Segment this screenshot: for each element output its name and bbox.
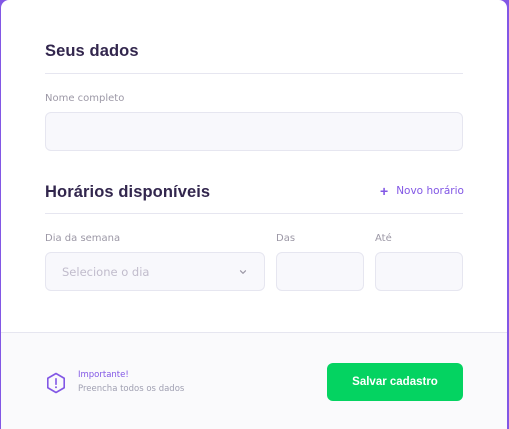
to-label: Até xyxy=(375,233,392,244)
weekday-placeholder: Selecione o dia xyxy=(62,265,150,279)
plus-icon: + xyxy=(380,183,389,199)
full-name-input[interactable] xyxy=(45,112,463,151)
full-name-label: Nome completo xyxy=(45,93,125,104)
from-label: Das xyxy=(276,233,296,244)
schedule-title: Horários disponíveis xyxy=(45,183,211,201)
weekday-select[interactable]: Selecione o dia xyxy=(45,252,265,291)
to-time-input[interactable] xyxy=(375,252,463,291)
save-button[interactable]: Salvar cadastro xyxy=(327,363,463,401)
new-schedule-button[interactable]: + Novo horário xyxy=(380,184,464,198)
personal-data-title: Seus dados xyxy=(45,42,139,60)
warning-text: Preencha todos os dados xyxy=(78,384,185,394)
form-footer: Importante! Preencha todos os dados Salv… xyxy=(1,332,507,429)
warning-icon xyxy=(47,372,65,394)
new-schedule-label: Novo horário xyxy=(396,185,464,197)
schedule-divider xyxy=(45,213,463,214)
chevron-down-icon xyxy=(239,270,247,274)
personal-data-divider xyxy=(45,73,463,74)
weekday-label: Dia da semana xyxy=(45,233,121,244)
from-time-input[interactable] xyxy=(276,252,364,291)
warning-title: Importante! xyxy=(78,370,129,380)
form-card: Seus dados Nome completo Horários dispon… xyxy=(1,0,507,429)
